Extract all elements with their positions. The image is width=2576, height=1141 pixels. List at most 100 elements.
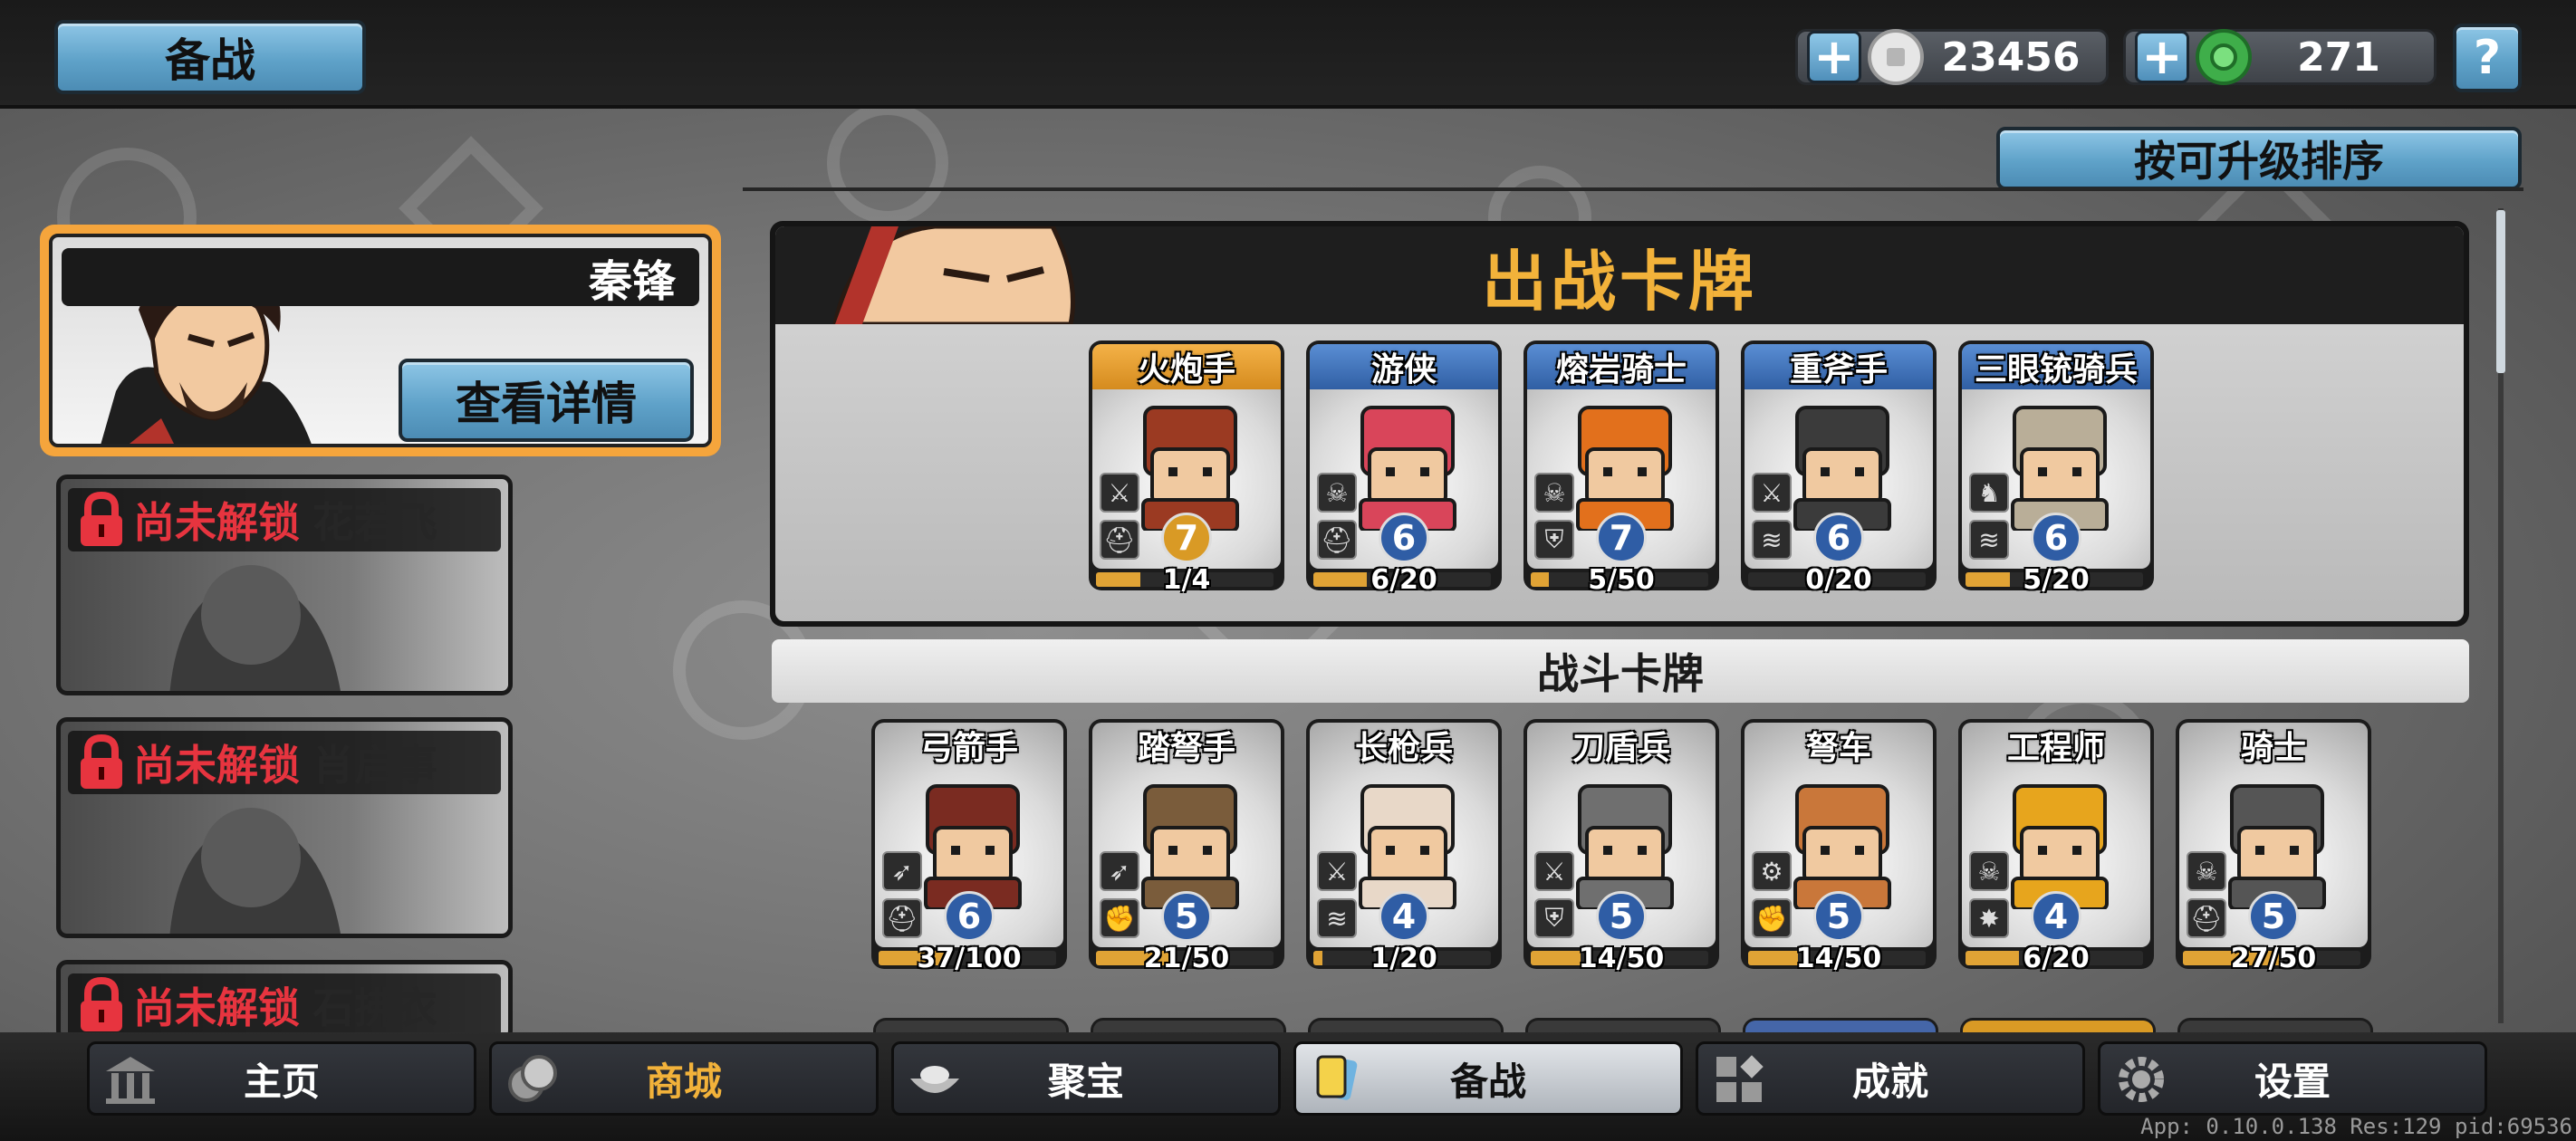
unit-portrait: [1560, 773, 1690, 911]
card-progress-text: 1/20: [1370, 943, 1437, 974]
sword-icon: ⚔: [1534, 851, 1574, 891]
gem-amount: 271: [2297, 34, 2380, 81]
lock-icon: [81, 492, 122, 546]
card-name: 重斧手: [1745, 344, 1933, 389]
nav-achievement[interactable]: 成就: [1696, 1041, 2085, 1116]
helmet-icon: ⛑: [2187, 898, 2226, 938]
locked-status: 尚未解锁: [133, 498, 300, 547]
locked-status: 尚未解锁: [133, 741, 300, 790]
unit-portrait: [908, 773, 1038, 911]
add-gems-button[interactable]: +: [2135, 31, 2189, 83]
hero-card-selected[interactable]: 秦锋 查看详情: [40, 225, 721, 456]
skull-icon: ☠: [1534, 473, 1574, 513]
hero-card-locked[interactable]: 尚未解锁 花若飞: [56, 475, 513, 695]
battle-cards-header: 出战卡牌: [775, 226, 2464, 324]
combat-cards-header: 战斗卡牌: [772, 639, 2469, 703]
treasure-bowl-icon: [907, 1051, 963, 1107]
combat-card[interactable]: 弓箭手 ➶ ⛑ 6 37/100: [871, 719, 1067, 974]
card-level: 7: [1596, 513, 1647, 563]
combat-cards-title: 战斗卡牌: [1537, 649, 1704, 698]
gem-currency: + 271: [2123, 29, 2437, 85]
battle-card[interactable]: 三眼铳骑兵 ♞ ≋ 6 5/20: [1958, 340, 2154, 596]
card-progress-text: 37/100: [917, 943, 1022, 974]
combat-card[interactable]: 弩车 ⚙ ✊ 5 14/50: [1741, 719, 1937, 974]
shield-icon: ⛨: [1534, 898, 1574, 938]
card-name: 踏弩手: [1137, 730, 1235, 767]
card-name: 骑士: [2240, 730, 2306, 767]
battle-card[interactable]: 游侠 ☠ ⛑ 6 6/20: [1306, 340, 1502, 596]
hero-card-locked[interactable]: 尚未解锁 肖启事: [56, 717, 513, 938]
add-silver-button[interactable]: +: [1807, 31, 1861, 83]
skull-icon: ☠: [1317, 473, 1357, 513]
arrow-icon: ➶: [1100, 851, 1139, 891]
section-divider: [743, 187, 2523, 191]
unit-portrait: [1125, 773, 1255, 911]
battle-card[interactable]: 火炮手 ⚔ ⛑ 7 1/4: [1089, 340, 1284, 596]
view-details-button[interactable]: 查看详情: [399, 359, 694, 442]
silver-amount: 23456: [1941, 34, 2081, 81]
arrow-icon: ➶: [882, 851, 922, 891]
card-progress-text: 0/20: [1805, 564, 1872, 596]
wind-icon: ≋: [1317, 898, 1357, 938]
wind-icon: ≋: [1752, 520, 1792, 560]
card-name: 火炮手: [1092, 344, 1281, 389]
bottom-nav: 主页 商城 聚宝 备战 成就 设置 App: 0.10.0.138 Res:129 pid…: [0, 1032, 2576, 1141]
helmet-icon: ⛑: [882, 898, 922, 938]
combat-card[interactable]: 踏弩手 ➶ ✊ 5 21/50: [1089, 719, 1284, 974]
helmet-icon: ⛑: [1100, 520, 1139, 560]
nav-label: 备战: [1449, 1059, 1526, 1104]
card-level: 5: [1813, 891, 1864, 942]
sword-icon: ⚔: [1100, 473, 1139, 513]
nav-treasure-bowl[interactable]: 聚宝: [891, 1041, 1281, 1116]
lock-icon: [81, 734, 122, 789]
card-name: 长枪兵: [1354, 730, 1453, 767]
card-level: 4: [2031, 891, 2081, 942]
sort-by-upgradable-button[interactable]: 按可升级排序: [1996, 127, 2522, 190]
silver-currency: + 23456: [1795, 29, 2109, 85]
unit-portrait: [1342, 773, 1473, 911]
card-name: 刀盾兵: [1572, 730, 1670, 767]
unit-portrait: [1994, 395, 2125, 532]
card-level: 6: [1813, 513, 1864, 563]
card-name: 游侠: [1310, 344, 1498, 389]
card-progress-text: 5/20: [2023, 564, 2090, 596]
card-progress-text: 1/4: [1162, 564, 1211, 596]
card-level: 5: [1161, 891, 1212, 942]
scrollbar-thumb[interactable]: [2496, 210, 2505, 373]
battle-cards-title: 出战卡牌: [1481, 243, 1757, 320]
coins-icon: [505, 1051, 561, 1107]
combat-card[interactable]: 工程师 ☠ ✸ 4 6/20: [1958, 719, 2154, 974]
nav-temple[interactable]: 主页: [87, 1041, 476, 1116]
combat-card[interactable]: 长枪兵 ⚔ ≋ 4 1/20: [1306, 719, 1502, 974]
help-button[interactable]: ?: [2453, 24, 2522, 92]
unit-portrait: [2212, 773, 2342, 911]
unit-portrait: [1777, 395, 1908, 532]
combat-card[interactable]: 刀盾兵 ⚔ ⛨ 5 14/50: [1523, 719, 1719, 974]
card-level: 7: [1161, 513, 1212, 563]
shield-icon: ⛨: [1534, 520, 1574, 560]
nav-gear[interactable]: 设置: [2098, 1041, 2487, 1116]
nav-cards[interactable]: 备战: [1293, 1041, 1683, 1116]
skull-icon: ☠: [2187, 851, 2226, 891]
battle-card[interactable]: 熔岩骑士 ☠ ⛨ 7 5/50: [1523, 340, 1719, 596]
hero-name: 花若飞: [312, 498, 437, 547]
combat-card[interactable]: 骑士 ☠ ⛑ 5 27/50: [2176, 719, 2371, 974]
achievement-icon: [1711, 1051, 1767, 1107]
horse-icon: ♞: [1969, 473, 2009, 513]
page-title: 备战: [54, 20, 366, 94]
card-progress-text: 21/50: [1143, 943, 1230, 974]
temple-icon: [102, 1051, 159, 1107]
battle-card[interactable]: 重斧手 ⚔ ≋ 6 0/20: [1741, 340, 1937, 596]
wind-icon: ≋: [1969, 520, 2009, 560]
card-progress-text: 6/20: [1370, 564, 1437, 596]
unit-portrait: [1125, 395, 1255, 532]
top-bar: 备战 + 23456 + 271 ?: [0, 0, 2576, 109]
card-name: 弩车: [1805, 730, 1871, 767]
card-name: 弓箭手: [919, 730, 1018, 767]
cards-icon: [1309, 1051, 1365, 1107]
nav-label: 主页: [243, 1059, 320, 1104]
card-level: 5: [2248, 891, 2299, 942]
unit-portrait: [1994, 773, 2125, 911]
card-level: 4: [1379, 891, 1429, 942]
nav-coins[interactable]: 商城: [489, 1041, 879, 1116]
